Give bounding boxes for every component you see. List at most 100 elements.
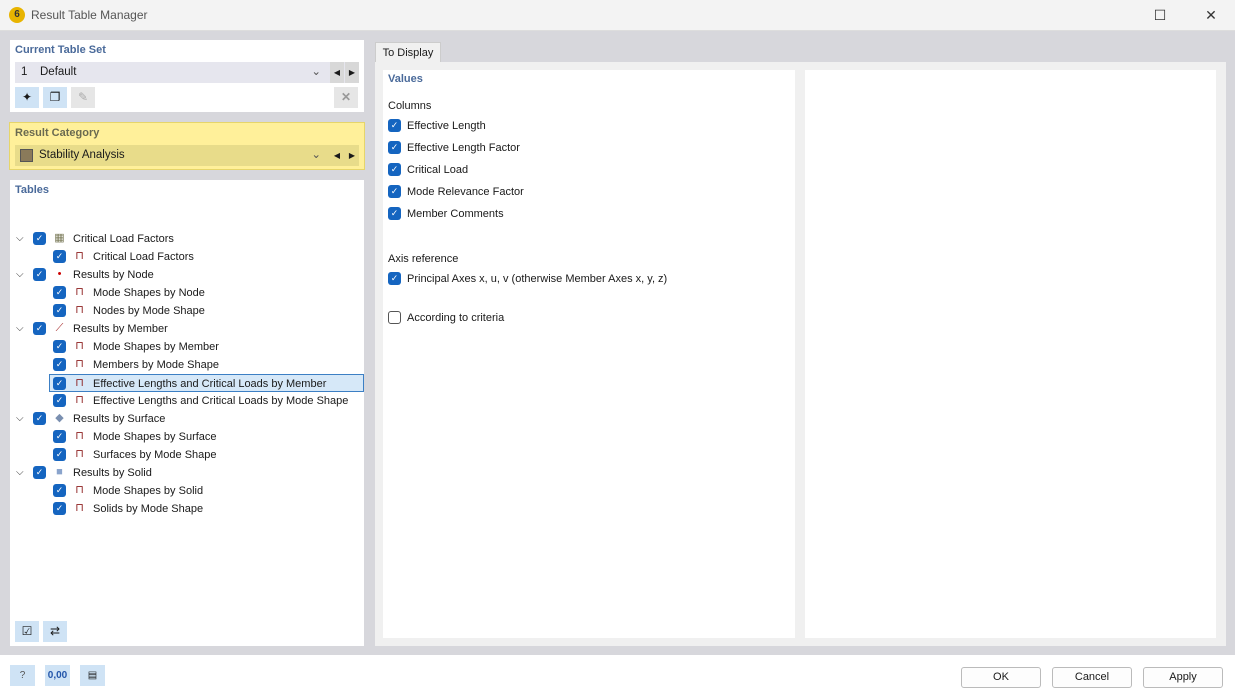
previous-button[interactable]: ◀ [330, 145, 344, 166]
checkbox[interactable]: ✓ [53, 340, 66, 353]
preview-panel [805, 70, 1216, 638]
result-category-header: Result Category [15, 127, 100, 139]
table-icon: ⊓ [75, 340, 84, 352]
footer: ? 0,00 ▤ OK Cancel Apply [0, 655, 1235, 698]
chevron-down-icon[interactable]: ⌵ [16, 464, 24, 482]
result-category-dropdown[interactable]: Stability Analysis ⌄ ◀ ▶ [15, 145, 359, 166]
chevron-down-icon[interactable]: ⌵ [16, 266, 24, 284]
checkbox[interactable]: ✓ [53, 502, 66, 515]
stability-icon: ▦ [54, 232, 65, 244]
option-label: Critical Load [407, 164, 469, 176]
tree-item[interactable]: ✓ ⊓ Mode Shapes by Surface [50, 428, 364, 446]
tree-item[interactable]: ✓ ⊓ Mode Shapes by Solid [50, 482, 364, 500]
checkbox[interactable]: ✓ [388, 272, 401, 285]
tree-item-label: Results by Node [73, 269, 154, 281]
maximize-button[interactable]: ☐ [1145, 5, 1175, 25]
checkbox[interactable]: ✓ [33, 268, 46, 281]
previous-button[interactable]: ◀ [330, 62, 344, 83]
tree-item-label: Critical Load Factors [93, 251, 194, 263]
tree-group[interactable]: ⌵ ✓ ⟋ Results by Member [10, 320, 364, 338]
help-icon[interactable]: ? [10, 665, 35, 686]
chevron-down-icon[interactable]: ⌵ [16, 410, 24, 428]
window-title: Result Table Manager [31, 8, 148, 22]
table-icon: ⊓ [75, 286, 84, 298]
chevron-down-icon: ⌄ [311, 66, 321, 78]
tree-item-label: Nodes by Mode Shape [93, 305, 205, 317]
checkbox[interactable]: ✓ [33, 322, 46, 335]
checkbox[interactable]: ✓ [53, 358, 66, 371]
tree-group[interactable]: ⌵ ✓ ◆ Results by Surface [10, 410, 364, 428]
checkbox[interactable]: ✓ [388, 185, 401, 198]
checkbox[interactable]: ✓ [53, 377, 66, 390]
checkbox[interactable]: ✓ [388, 163, 401, 176]
apply-button[interactable]: Apply [1143, 667, 1223, 688]
tab-to-display[interactable]: To Display [375, 42, 441, 63]
tree-item-label: Critical Load Factors [73, 233, 174, 245]
tree-item-label: Mode Shapes by Surface [93, 431, 217, 443]
checkbox[interactable]: ✓ [33, 466, 46, 479]
title-bar: 6 Result Table Manager ☐ ✕ [0, 0, 1235, 31]
tree-item[interactable]: ✓ ⊓ Mode Shapes by Node [50, 284, 364, 302]
decimals-button[interactable]: 0,00 [45, 665, 70, 686]
cancel-button[interactable]: Cancel [1052, 667, 1132, 688]
checkbox[interactable]: ✓ [388, 141, 401, 154]
tree-item[interactable]: ✓ ⊓ Surfaces by Mode Shape [50, 446, 364, 464]
tree-group[interactable]: ⌵ ✓ ▦ Critical Load Factors [10, 230, 364, 248]
checkbox[interactable]: ✓ [53, 394, 66, 407]
rename-table-set-button[interactable]: ✎ [71, 87, 95, 108]
close-window-button[interactable]: ✕ [1196, 5, 1226, 25]
tree-group[interactable]: ⌵ ✓ • Results by Node [10, 266, 364, 284]
checkbox[interactable]: ✓ [53, 430, 66, 443]
export-icon[interactable]: ▤ [80, 665, 105, 686]
tree-item[interactable]: ✓ ⊓ Members by Mode Shape [50, 356, 364, 374]
option-label: Mode Relevance Factor [407, 186, 524, 198]
chevron-down-icon: ⌄ [311, 149, 321, 161]
copy-table-set-button[interactable]: ❐ [43, 87, 67, 108]
table-icon: ⊓ [75, 358, 84, 370]
tree-item-label: Results by Member [73, 323, 168, 335]
option-label: Effective Length [407, 120, 486, 132]
tree-item[interactable]: ✓ ⊓ Critical Load Factors [50, 248, 364, 266]
checkbox[interactable]: ✓ [53, 484, 66, 497]
checkbox[interactable]: ✓ [53, 304, 66, 317]
next-button[interactable]: ▶ [345, 62, 359, 83]
chevron-down-icon[interactable]: ⌵ [16, 320, 24, 338]
axis-reference-label: Axis reference [388, 253, 459, 265]
invert-selection-button[interactable]: ⇄ [43, 621, 67, 642]
surface-icon: ◆ [55, 412, 64, 424]
tree-item[interactable]: ✓ ⊓ Mode Shapes by Member [50, 338, 364, 356]
tree-item-label: Results by Surface [73, 413, 166, 425]
table-icon: ⊓ [75, 250, 84, 262]
checkbox[interactable] [388, 311, 401, 324]
table-icon: ⊓ [75, 377, 84, 389]
tree-group[interactable]: ⌵ ✓ ■ Results by Solid [10, 464, 364, 482]
tables-header: Tables [15, 184, 50, 196]
table-set-dropdown[interactable]: 1 Default ⌄ ◀ ▶ [15, 62, 359, 83]
option-label: According to criteria [407, 312, 505, 324]
columns-label: Columns [388, 100, 432, 112]
checkbox[interactable]: ✓ [33, 232, 46, 245]
table-icon: ⊓ [75, 394, 84, 406]
tree-item-label: Mode Shapes by Solid [93, 485, 204, 497]
current-table-set-panel: Current Table Set 1 Default ⌄ ◀ ▶ ✦ ❐ ✎ ✕ [10, 40, 364, 112]
checkbox[interactable]: ✓ [388, 207, 401, 220]
tree-item[interactable]: ✓ ⊓ Effective Lengths and Critical Loads b… [50, 392, 364, 410]
check-all-button[interactable]: ☑ [15, 621, 39, 642]
checkbox[interactable]: ✓ [53, 250, 66, 263]
next-button[interactable]: ▶ [345, 145, 359, 166]
checkbox[interactable]: ✓ [388, 119, 401, 132]
result-category-panel: Result Category Stability Analysis ⌄ ◀ ▶ [9, 122, 365, 170]
checkbox[interactable]: ✓ [53, 286, 66, 299]
option-label: Principal Axes x, u, v (otherwise Member… [407, 273, 668, 285]
ok-button[interactable]: OK [961, 667, 1041, 688]
dialog-body: Current Table Set 1 Default ⌄ ◀ ▶ ✦ ❐ ✎ ✕… [0, 31, 1235, 655]
delete-table-set-button[interactable]: ✕ [334, 87, 358, 108]
tree-item[interactable]: ✓ ⊓ Effective Lengths and Critical Loads b… [49, 374, 364, 392]
checkbox[interactable]: ✓ [33, 412, 46, 425]
tree-item[interactable]: ✓ ⊓ Solids by Mode Shape [50, 500, 364, 518]
option-label: Member Comments [407, 208, 504, 220]
new-table-set-button[interactable]: ✦ [15, 87, 39, 108]
checkbox[interactable]: ✓ [53, 448, 66, 461]
chevron-down-icon[interactable]: ⌵ [16, 230, 24, 248]
tree-item[interactable]: ✓ ⊓ Nodes by Mode Shape [50, 302, 364, 320]
